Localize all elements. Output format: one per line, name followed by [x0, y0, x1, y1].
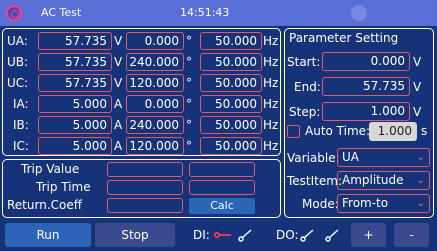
- auto-time-unit: s: [421, 124, 428, 138]
- magnitude-field[interactable]: 5.000: [38, 95, 112, 113]
- frequency-unit: Hz: [263, 76, 279, 90]
- parameter-title: Parameter Setting: [289, 31, 399, 45]
- mode-select-value: From-to: [342, 196, 389, 210]
- magnitude-unit: A: [114, 97, 123, 111]
- magnitude-field[interactable]: 57.735: [38, 74, 112, 92]
- end-field[interactable]: 57.735: [322, 77, 410, 96]
- channel-label: UB:: [7, 55, 29, 69]
- increment-button[interactable]: +: [351, 223, 386, 247]
- angle-unit: °: [186, 118, 192, 132]
- frequency-field[interactable]: 50.000: [200, 53, 262, 71]
- trip-value-field-1: [107, 162, 183, 177]
- step-label: Step:: [289, 105, 321, 119]
- auto-time-label: Auto Time:: [305, 124, 371, 138]
- angle-unit: °: [186, 34, 192, 48]
- variable-select-value: UA: [342, 150, 359, 164]
- start-field[interactable]: 0.000: [322, 52, 410, 71]
- chevron-down-icon: ⌄: [416, 152, 425, 163]
- frequency-field[interactable]: 50.000: [200, 32, 262, 50]
- frequency-unit: Hz: [263, 97, 279, 111]
- do-label: DO:: [276, 228, 299, 242]
- title-bar: AC Test 14:51:43: [0, 0, 437, 26]
- angle-field[interactable]: 120.000: [126, 137, 184, 155]
- frequency-unit: Hz: [263, 139, 279, 153]
- variable-select[interactable]: UA ⌄: [337, 148, 430, 167]
- channel-label: UA:: [7, 34, 28, 48]
- chevron-down-icon: ⌄: [416, 175, 425, 186]
- frequency-unit: Hz: [263, 118, 279, 132]
- start-unit: V: [413, 55, 422, 69]
- switch-closed-icon: [214, 232, 231, 238]
- chevron-down-icon: ⌄: [416, 198, 425, 209]
- magnitude-unit: A: [114, 139, 123, 153]
- angle-field[interactable]: 120.000: [126, 74, 184, 92]
- frequency-unit: Hz: [263, 34, 279, 48]
- angle-field[interactable]: 240.000: [126, 116, 184, 134]
- testitem-select[interactable]: Amplitude ⌄: [337, 171, 430, 190]
- angle-unit: °: [186, 76, 192, 90]
- angle-unit: °: [186, 97, 192, 111]
- step-unit: V: [413, 105, 422, 119]
- window-title: AC Test: [41, 6, 82, 19]
- app-logo-icon: [6, 5, 22, 21]
- mode-select[interactable]: From-to ⌄: [337, 194, 430, 213]
- frequency-field[interactable]: 50.000: [200, 116, 262, 134]
- end-label: End:: [294, 80, 321, 94]
- trip-value-field-2: [189, 162, 255, 177]
- channel-label: IC:: [13, 139, 29, 153]
- return-coeff-label: Return.Coeff: [7, 198, 83, 212]
- testitem-label: TestItem:: [287, 174, 342, 188]
- channel-label: IB:: [13, 118, 29, 132]
- frequency-unit: Hz: [263, 55, 279, 69]
- run-button[interactable]: Run: [5, 223, 91, 247]
- end-unit: V: [413, 80, 422, 94]
- decrement-button[interactable]: -: [394, 223, 429, 247]
- magnitude-unit: V: [114, 34, 123, 48]
- magnitude-field[interactable]: 5.000: [38, 116, 112, 134]
- clock: 14:51:43: [180, 6, 230, 19]
- return-coeff-field: [107, 198, 183, 213]
- angle-field[interactable]: 240.000: [126, 53, 184, 71]
- magnitude-unit: V: [114, 55, 123, 69]
- switch-open-icon: [300, 229, 314, 242]
- magnitude-field[interactable]: 5.000: [38, 137, 112, 155]
- angle-unit: °: [186, 139, 192, 153]
- magnitude-unit: V: [114, 76, 123, 90]
- frequency-field[interactable]: 50.000: [200, 95, 262, 113]
- magnitude-unit: A: [114, 118, 123, 132]
- channel-label: UC:: [7, 76, 29, 90]
- channel-label: IA:: [13, 97, 29, 111]
- mode-label: Mode:: [302, 197, 339, 211]
- trip-time-field-1: [107, 180, 183, 195]
- step-field[interactable]: 1.000: [322, 102, 410, 121]
- testitem-select-value: Amplitude: [342, 173, 404, 187]
- auto-time-field[interactable]: 1.000: [369, 122, 417, 141]
- calc-button[interactable]: Calc: [189, 198, 255, 214]
- stop-button[interactable]: Stop: [95, 223, 175, 247]
- trip-time-label: Trip Time: [36, 180, 91, 194]
- switch-open-icon: [325, 229, 339, 242]
- auto-time-checkbox[interactable]: [287, 125, 300, 138]
- frequency-field[interactable]: 50.000: [200, 137, 262, 155]
- angle-unit: °: [186, 55, 192, 69]
- magnitude-field[interactable]: 57.735: [38, 32, 112, 50]
- di-label: DI:: [193, 228, 210, 242]
- frequency-field[interactable]: 50.000: [200, 74, 262, 92]
- angle-field[interactable]: 0.000: [126, 95, 184, 113]
- status-indicator-icon: [351, 5, 367, 21]
- trip-value-label: Trip Value: [21, 162, 80, 176]
- trip-time-field-2: [189, 180, 255, 195]
- magnitude-field[interactable]: 57.735: [38, 53, 112, 71]
- start-label: Start:: [287, 55, 321, 69]
- switch-open-icon: [238, 229, 252, 242]
- variable-label: Variable:: [287, 151, 340, 165]
- angle-field[interactable]: 0.000: [126, 32, 184, 50]
